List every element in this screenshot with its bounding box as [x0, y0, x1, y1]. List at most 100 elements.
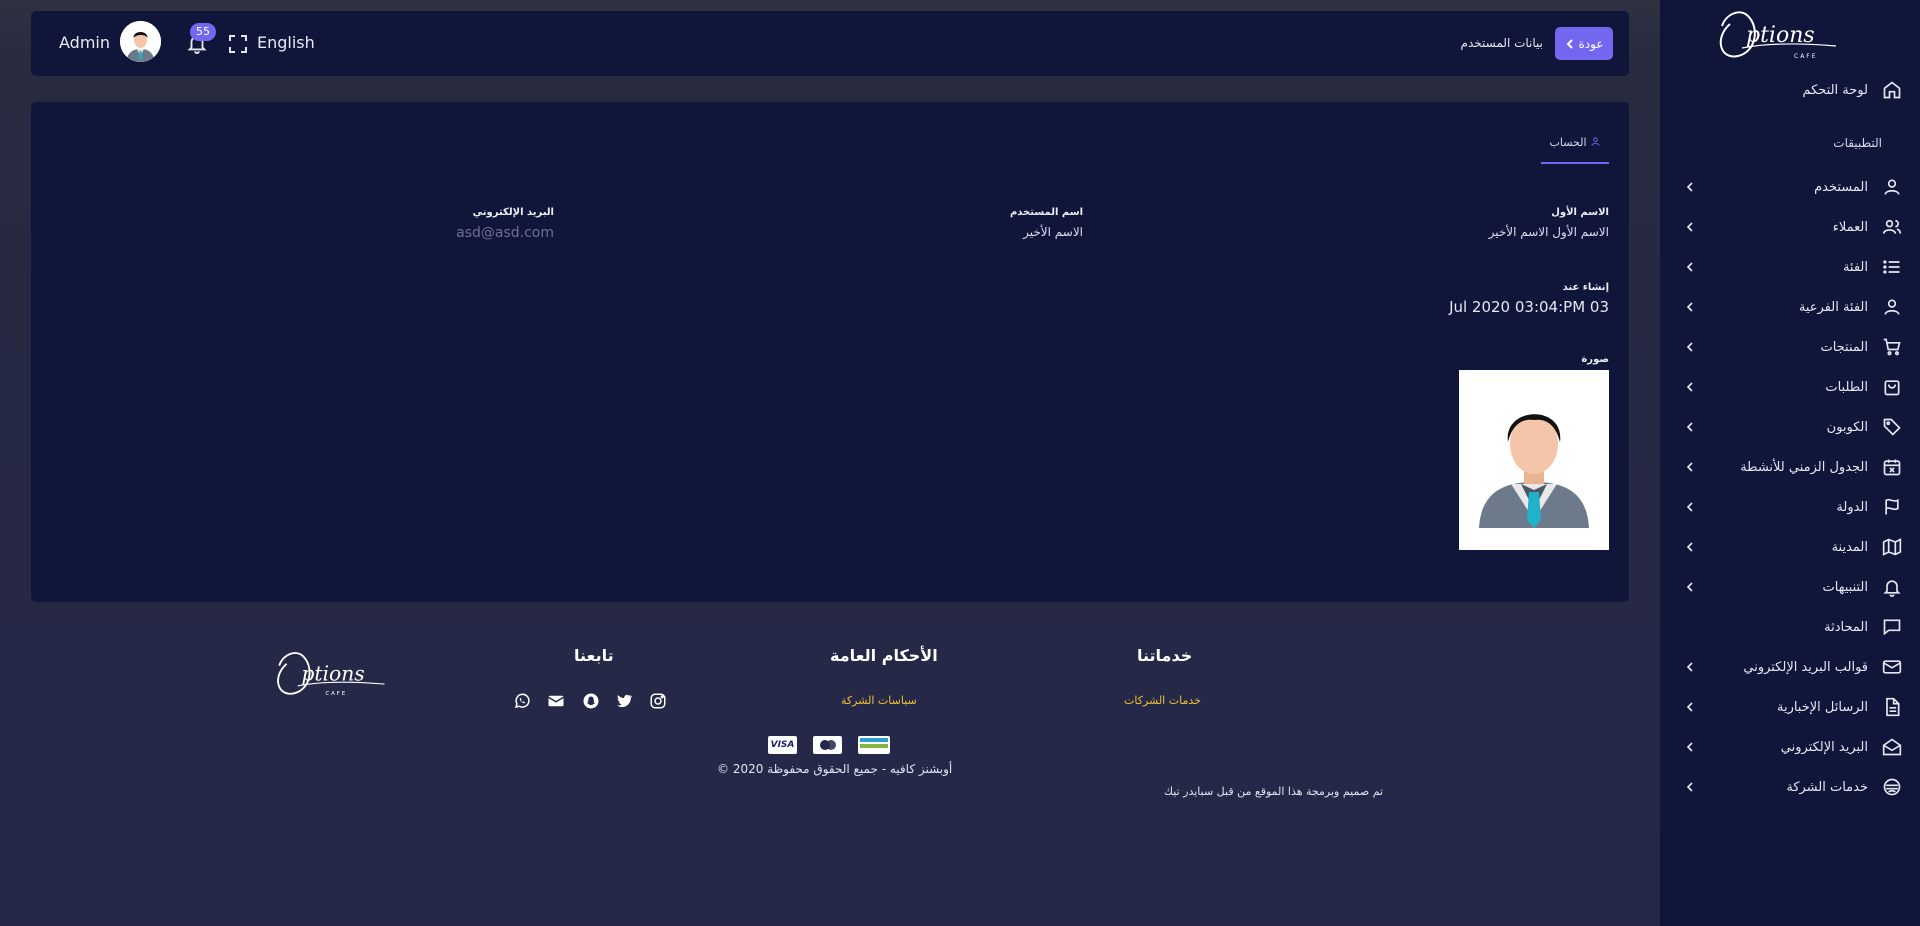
visa-payment-icon: VISA	[768, 736, 797, 754]
user-details-card: الحساب الاسم الأول الاسم الأول الاسم الأ…	[31, 102, 1629, 602]
chevron-left-icon	[1686, 502, 1693, 512]
avatar[interactable]	[120, 21, 161, 62]
sidebar-item-12[interactable]: المحادثة	[1660, 607, 1920, 647]
services-link[interactable]: خدمات الشركات	[1124, 694, 1201, 707]
chevron-left-icon	[1566, 38, 1573, 49]
list-icon	[1883, 260, 1900, 274]
chevron-left-icon	[1686, 542, 1693, 552]
shopping-bag-icon	[1884, 380, 1900, 396]
created-at-label: إنشاء عند	[1562, 282, 1609, 293]
sidebar-item-label: التنبيهات	[1822, 579, 1868, 595]
sidebar-item-label: الدولة	[1836, 499, 1868, 515]
sidebar-item-dashboard[interactable]: لوحة التحكم	[1660, 70, 1920, 110]
sidebar-item-11[interactable]: التنبيهات	[1660, 567, 1920, 607]
sidebar-item-label: الكوبون	[1826, 419, 1868, 435]
sidebar-item-label: قوالب البريد الإلكتروني	[1743, 659, 1868, 675]
chevron-left-icon	[1686, 382, 1693, 392]
sidebar-item-5[interactable]: المنتجات	[1660, 327, 1920, 367]
username-label: اسم المستخدم	[1009, 207, 1083, 218]
bell-icon	[1883, 580, 1901, 597]
home-icon	[1883, 81, 1901, 99]
chevron-left-icon	[1686, 582, 1693, 592]
sidebar-item-7[interactable]: الكوبون	[1660, 407, 1920, 447]
chevron-left-icon	[1686, 662, 1693, 672]
sidebar-item-label: الطلبات	[1825, 379, 1868, 395]
back-button[interactable]: عودة	[1555, 27, 1613, 60]
email-value: asd@asd.com	[456, 225, 554, 241]
sidebar-item-2[interactable]: العملاء	[1660, 207, 1920, 247]
user-icon	[1884, 299, 1900, 315]
whatsapp-icon[interactable]	[513, 692, 531, 710]
mada-payment-icon	[858, 736, 890, 754]
twitter-icon[interactable]	[615, 692, 633, 710]
chevron-left-icon	[1686, 302, 1693, 312]
terms-heading: الأحكام العامة	[830, 646, 938, 665]
chevron-left-icon	[1686, 222, 1693, 232]
sidebar-item-13[interactable]: قوالب البريد الإلكتروني	[1660, 647, 1920, 687]
avatar-image	[120, 21, 161, 62]
svg-text:CAFE: CAFE	[325, 691, 347, 697]
first-name-label: الاسم الأول	[1551, 207, 1609, 218]
terms-link[interactable]: سياسات الشركة	[841, 694, 917, 707]
user-icon	[1590, 137, 1600, 146]
sidebar-item-1[interactable]: المستخدم	[1660, 167, 1920, 207]
sidebar-section-title: التطبيقات	[1833, 136, 1882, 150]
calendar-x-icon	[1883, 459, 1901, 476]
service-icon	[1883, 778, 1901, 796]
admin-name[interactable]: Admin	[59, 33, 110, 52]
tab-account[interactable]: الحساب	[1541, 132, 1609, 164]
sidebar-item-label: العملاء	[1832, 219, 1868, 235]
user-avatar-illustration	[1459, 370, 1609, 550]
sidebar-item-label: المدينة	[1831, 539, 1868, 555]
sidebar-item-label: البريد الإلكتروني	[1780, 739, 1868, 755]
language-switcher[interactable]: English	[257, 33, 315, 52]
created-at-value: Jul 2020 03:04:PM 03	[1449, 298, 1609, 316]
file-text-icon	[1886, 697, 1900, 717]
mastercard-payment-icon	[813, 736, 842, 754]
sidebar-item-10[interactable]: المدينة	[1660, 527, 1920, 567]
footer-logo[interactable]: ptions CAFE	[270, 640, 390, 706]
sidebar-item-6[interactable]: الطلبات	[1660, 367, 1920, 407]
instagram-icon[interactable]	[649, 692, 667, 710]
chevron-left-icon	[1686, 702, 1693, 712]
email-label: البريد الإلكتروني	[472, 207, 554, 218]
sidebar-item-label: الفئة الفرعية	[1798, 299, 1868, 315]
sidebar: ptions CAFE لوحة التحكم التطبيقات المستخ…	[1660, 0, 1920, 926]
users-icon	[1882, 219, 1902, 234]
svg-text:CAFE: CAFE	[1794, 53, 1818, 60]
snapchat-icon[interactable]	[582, 692, 600, 710]
first-name-value: الاسم الأول الاسم الأخير	[1488, 225, 1609, 239]
top-bar: عودة بيانات المستخدم Admin 55 English	[31, 11, 1629, 76]
chevron-left-icon	[1686, 262, 1693, 272]
sidebar-item-label: الجدول الزمني للأنشطة	[1740, 459, 1868, 475]
sidebar-item-14[interactable]: الرسائل الإخبارية	[1660, 687, 1920, 727]
sidebar-item-8[interactable]: الجدول الزمني للأنشطة	[1660, 447, 1920, 487]
sidebar-item-label: المحادثة	[1824, 619, 1868, 635]
services-heading: خدماتنا	[1137, 646, 1193, 665]
tag-icon	[1883, 418, 1901, 436]
email-icon[interactable]	[547, 692, 565, 710]
sidebar-item-label: المنتجات	[1820, 339, 1868, 355]
sidebar-item-16[interactable]: خدمات الشركة	[1660, 767, 1920, 807]
sidebar-item-4[interactable]: الفئة الفرعية	[1660, 287, 1920, 327]
follow-heading: تابعنا	[574, 646, 614, 665]
mail-open-icon	[1882, 738, 1902, 756]
message-icon	[1883, 619, 1901, 636]
developer-credit[interactable]: تم صميم وبرمجة هذا الموقع من قبل سبايدر …	[1164, 785, 1383, 798]
flag-icon	[1885, 498, 1899, 515]
sidebar-item-15[interactable]: البريد الإلكتروني	[1660, 727, 1920, 767]
sidebar-item-label: لوحة التحكم	[1802, 82, 1868, 98]
sidebar-item-label: الرسائل الإخبارية	[1776, 699, 1868, 715]
options-cafe-logo[interactable]: ptions CAFE	[1712, 4, 1842, 64]
chevron-left-icon	[1686, 742, 1693, 752]
notification-badge: 55	[190, 23, 216, 41]
page-title: بيانات المستخدم	[1460, 36, 1543, 50]
fullscreen-icon[interactable]	[229, 35, 247, 53]
sidebar-item-3[interactable]: الفئة	[1660, 247, 1920, 287]
sidebar-item-label: خدمات الشركة	[1786, 779, 1868, 795]
chevron-left-icon	[1686, 462, 1693, 472]
sidebar-item-9[interactable]: الدولة	[1660, 487, 1920, 527]
sidebar-item-label: الفئة	[1842, 259, 1868, 275]
tab-label: الحساب	[1549, 136, 1587, 149]
chevron-left-icon	[1686, 342, 1693, 352]
